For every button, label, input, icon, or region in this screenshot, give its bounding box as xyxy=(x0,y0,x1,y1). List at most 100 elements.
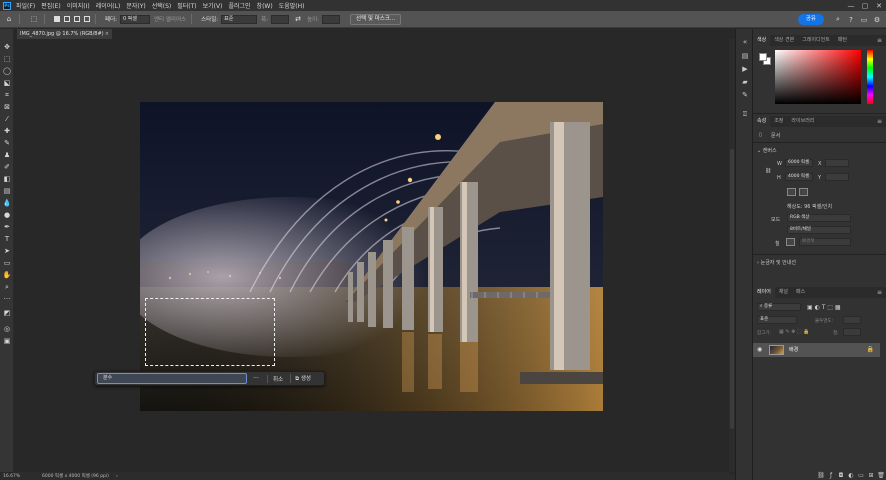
zoom-tool-icon[interactable]: ⌕ xyxy=(2,282,12,292)
menu-help[interactable]: 도움말(H) xyxy=(279,1,305,10)
tab-patterns[interactable]: 패턴 xyxy=(834,35,851,46)
hue-slider[interactable] xyxy=(867,50,873,104)
menu-image[interactable]: 이미지(I) xyxy=(67,1,90,10)
add-mask-icon[interactable]: ◘ xyxy=(836,472,846,479)
rulers-heading[interactable]: › 눈금자 및 안내선 xyxy=(757,259,796,266)
new-layer-icon[interactable]: ⊞ xyxy=(866,472,876,479)
swap-icon[interactable]: ⇄ xyxy=(293,14,303,24)
minimize-icon[interactable]: — xyxy=(844,0,858,11)
mode-select[interactable]: RGB 색상 xyxy=(787,214,851,222)
move-tool-icon[interactable]: ✥ xyxy=(2,42,12,52)
help-icon[interactable]: ? xyxy=(846,15,856,25)
tab-close-icon[interactable]: × xyxy=(105,29,109,39)
hand-tool-icon[interactable]: ✋ xyxy=(2,270,12,280)
menu-window[interactable]: 창(W) xyxy=(257,1,273,10)
width-input[interactable] xyxy=(271,14,290,24)
subtract-selection-icon[interactable] xyxy=(74,16,80,22)
tab-gradients[interactable]: 그레이디언트 xyxy=(798,35,834,46)
lock-icons[interactable]: ▦ ✎ ✥ ⬚ 🔒 xyxy=(779,329,809,335)
bitdepth-select[interactable]: 8비트/채널 xyxy=(787,226,851,234)
tab-channels[interactable]: 채널 xyxy=(775,287,792,298)
marquee-tool-icon[interactable]: ⬚ xyxy=(2,54,12,64)
adjust-icon[interactable]: ⍐ xyxy=(740,109,750,119)
scrollbar-thumb[interactable] xyxy=(730,149,734,429)
status-arrow-icon[interactable]: › xyxy=(116,474,118,480)
close-icon[interactable]: ✕ xyxy=(872,0,886,11)
tab-properties[interactable]: 속성 xyxy=(753,116,771,127)
quick-mask-icon[interactable]: ◎ xyxy=(2,324,12,334)
fx-icon[interactable]: ƒ xyxy=(826,472,836,479)
height-input[interactable] xyxy=(322,14,341,24)
adjustment-layer-icon[interactable]: ◐ xyxy=(846,472,856,479)
more-tools-icon[interactable]: ··· xyxy=(2,294,12,304)
menu-view[interactable]: 보기(V) xyxy=(203,1,223,10)
eyedropper-tool-icon[interactable]: ⁄ xyxy=(2,114,12,124)
filter-icons[interactable]: ▣ ◐ T ⬚ ▦ xyxy=(807,304,841,311)
opacity-field[interactable] xyxy=(843,316,861,324)
comments-icon[interactable]: ▰ xyxy=(740,77,750,87)
path-select-tool-icon[interactable]: ➤ xyxy=(2,246,12,256)
menu-select[interactable]: 선택(S) xyxy=(152,1,172,10)
tab-swatches[interactable]: 색상 견본 xyxy=(770,35,798,46)
menu-type[interactable]: 문자(Y) xyxy=(126,1,145,10)
color-swatches-icon[interactable]: ◩ xyxy=(2,308,12,318)
link-icon[interactable]: ⛓ xyxy=(765,168,771,174)
home-icon[interactable]: ⌂ xyxy=(4,14,14,24)
gradient-tool-icon[interactable]: ▤ xyxy=(2,186,12,196)
actions-icon[interactable]: ▶ xyxy=(740,64,750,74)
lasso-tool-icon[interactable]: ◯ xyxy=(2,66,12,76)
tab-document[interactable]: IMG_4870.jpg @ 16.7% (RGB/8#) × xyxy=(17,29,112,39)
canvas-heading[interactable]: ⌄ 캔버스 xyxy=(757,147,777,154)
lock-icon[interactable]: 🔒 xyxy=(867,343,874,357)
more-options-icon[interactable]: ··· xyxy=(249,375,263,382)
width-field[interactable]: 6000 픽셀 xyxy=(785,159,813,167)
eye-icon[interactable]: ◉ xyxy=(757,343,762,357)
tab-adjustments[interactable]: 조정 xyxy=(770,116,787,127)
cancel-button[interactable]: 취소 xyxy=(267,374,288,383)
marquee-tool-preset-icon[interactable]: ⬚ xyxy=(29,14,39,24)
feather-input[interactable]: 0 픽셀 xyxy=(119,14,150,24)
menu-plugins[interactable]: 플러그인 xyxy=(228,1,250,10)
selection-marquee[interactable] xyxy=(145,298,275,366)
menu-file[interactable]: 파일(F) xyxy=(16,1,35,10)
fill-swatch[interactable] xyxy=(786,238,795,246)
tab-layers[interactable]: 레이어 xyxy=(753,287,775,298)
eraser-tool-icon[interactable]: ◧ xyxy=(2,174,12,184)
blend-mode-select[interactable]: 표준 xyxy=(757,316,797,324)
landscape-icon[interactable] xyxy=(799,188,808,196)
add-selection-icon[interactable] xyxy=(64,16,70,22)
foreground-swatch[interactable] xyxy=(759,53,767,61)
group-icon[interactable]: ▭ xyxy=(856,472,866,479)
menu-filter[interactable]: 필터(T) xyxy=(177,1,196,10)
fill-select[interactable]: 배경색 xyxy=(799,238,851,246)
settings-icon[interactable]: ⚙ xyxy=(872,15,882,25)
history-brush-icon[interactable]: ✐ xyxy=(2,162,12,172)
crop-tool-icon[interactable]: ⌗ xyxy=(2,90,12,100)
type-tool-icon[interactable]: T xyxy=(2,234,12,244)
tab-paths[interactable]: 패스 xyxy=(792,287,809,298)
delete-icon[interactable]: 🗑 xyxy=(876,472,886,479)
portrait-icon[interactable] xyxy=(787,188,796,196)
prompt-input[interactable]: 분수 xyxy=(97,373,247,384)
search-icon[interactable]: ⌕ xyxy=(833,15,843,25)
new-selection-icon[interactable] xyxy=(54,16,60,22)
select-and-mask-button[interactable]: 선택 및 마스크... xyxy=(350,13,402,25)
brush-tool-icon[interactable]: ✎ xyxy=(2,138,12,148)
menu-edit[interactable]: 편집(E) xyxy=(41,1,61,10)
document-info[interactable]: 6000 픽셀 x 4000 픽셀 (96 ppi) xyxy=(42,474,109,480)
intersect-selection-icon[interactable] xyxy=(84,16,90,22)
x-field[interactable] xyxy=(825,159,849,167)
height-field[interactable]: 4000 픽셀 xyxy=(785,173,813,181)
zoom-level[interactable]: 16.67% xyxy=(3,474,20,480)
stamp-tool-icon[interactable]: ♟ xyxy=(2,150,12,160)
generate-button[interactable]: ⧉ 생성 xyxy=(290,374,315,383)
panel-menu-icon[interactable]: ≡ xyxy=(877,116,882,127)
dodge-tool-icon[interactable]: ● xyxy=(2,210,12,220)
panel-menu-icon[interactable]: ≡ xyxy=(877,287,882,298)
workspace-icon[interactable]: ▭ xyxy=(859,15,869,25)
y-field[interactable] xyxy=(825,173,849,181)
frame-tool-icon[interactable]: ⊠ xyxy=(2,102,12,112)
healing-brush-icon[interactable]: ✚ xyxy=(2,126,12,136)
antialias-checkbox[interactable]: 앤티 앨리어스 xyxy=(154,15,186,23)
object-select-tool-icon[interactable]: ⬕ xyxy=(2,78,12,88)
